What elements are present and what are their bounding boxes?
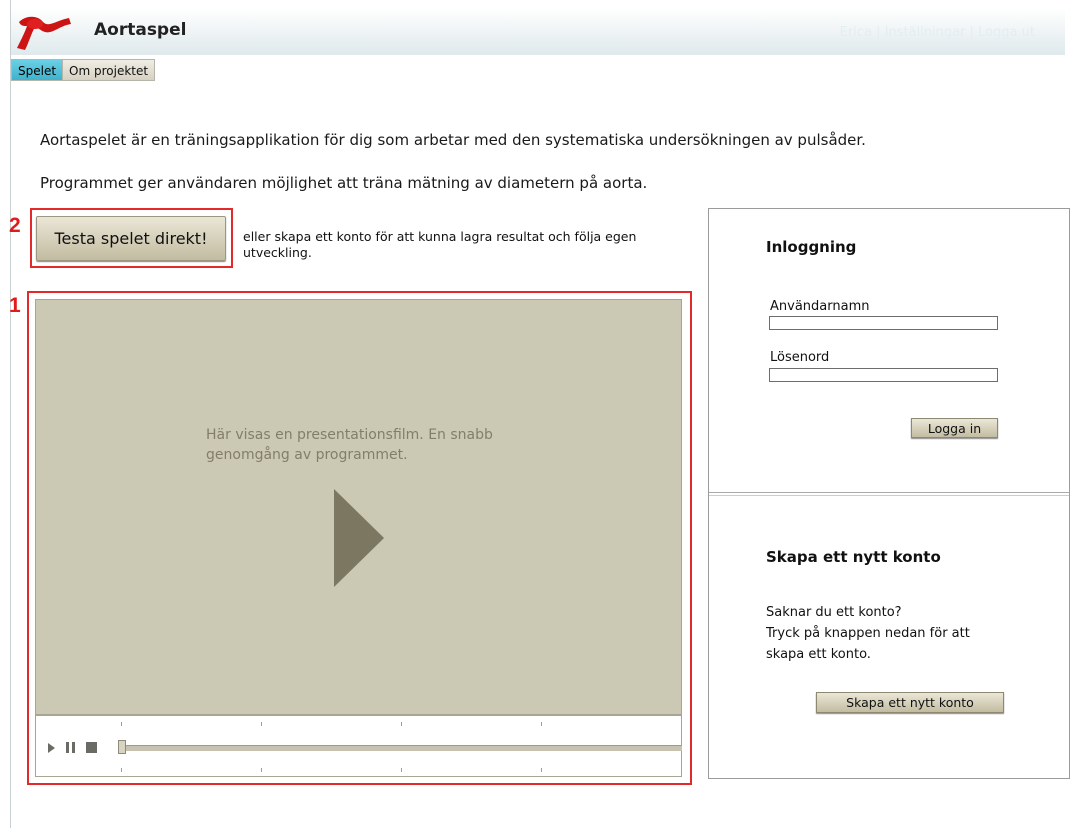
aorta-logo-icon: [17, 16, 71, 50]
intro-text-1: Aortaspelet är en träningsapplikation fö…: [40, 131, 866, 149]
create-account-text: Saknar du ett konto? Tryck på knappen ne…: [766, 602, 1036, 665]
separator: |: [876, 25, 881, 40]
video-placeholder-text: Här visas en presentationsfilm. En snabb…: [206, 427, 493, 463]
panel-divider: [709, 492, 1069, 496]
create-account-button[interactable]: Skapa ett nytt konto: [816, 692, 1004, 713]
app-title: Aortaspel: [94, 20, 187, 40]
intro-text-2: Programmet ger användaren möjlighet att …: [40, 174, 648, 192]
settings-link[interactable]: Inställningar: [885, 25, 966, 40]
pause-icon[interactable]: [66, 742, 76, 753]
timeline-tick: [541, 768, 542, 772]
app-header: Aortaspel Erica | Inställningar | Logga …: [11, 8, 1065, 55]
create-account-text-line: Saknar du ett konto?: [766, 605, 902, 620]
test-game-button[interactable]: Testa spelet direkt!: [36, 216, 226, 261]
create-account-hint: eller skapa ett konto för att kunna lagr…: [243, 229, 637, 260]
seek-bar[interactable]: [121, 745, 682, 751]
create-account-text-line: Tryck på knappen nedan för att: [766, 626, 970, 641]
username-label: Användarnamn: [770, 299, 870, 314]
timeline-tick: [541, 722, 542, 726]
seek-handle[interactable]: [118, 740, 126, 754]
tab-spelet[interactable]: Spelet: [11, 59, 64, 81]
password-input[interactable]: [769, 368, 998, 382]
timeline-tick: [121, 768, 122, 772]
create-account-text-line: skapa ett konto.: [766, 647, 871, 662]
timeline-tick: [401, 722, 402, 726]
big-play-icon[interactable]: [334, 489, 384, 587]
password-label: Lösenord: [770, 350, 830, 365]
annotation-number-1: 1: [9, 294, 21, 317]
username-input[interactable]: [769, 316, 998, 330]
timeline-tick: [261, 722, 262, 726]
page-left-border: [10, 0, 11, 828]
create-account-title: Skapa ett nytt konto: [766, 548, 941, 566]
login-title: Inloggning: [766, 238, 857, 256]
tab-om-projektet[interactable]: Om projektet: [63, 59, 156, 81]
user-links: Erica | Inställningar | Logga ut: [840, 25, 1035, 40]
tab-bar: Spelet Om projektet: [11, 59, 156, 81]
annotation-number-2: 2: [9, 214, 21, 237]
timeline-tick: [121, 722, 122, 726]
separator: |: [969, 25, 974, 40]
stop-icon[interactable]: [86, 742, 97, 753]
timeline-tick: [261, 768, 262, 772]
user-name: Erica: [839, 25, 872, 40]
login-button[interactable]: Logga in: [911, 418, 998, 438]
logout-link[interactable]: Logga ut: [978, 25, 1035, 40]
play-icon[interactable]: [48, 743, 55, 753]
timeline-tick: [401, 768, 402, 772]
